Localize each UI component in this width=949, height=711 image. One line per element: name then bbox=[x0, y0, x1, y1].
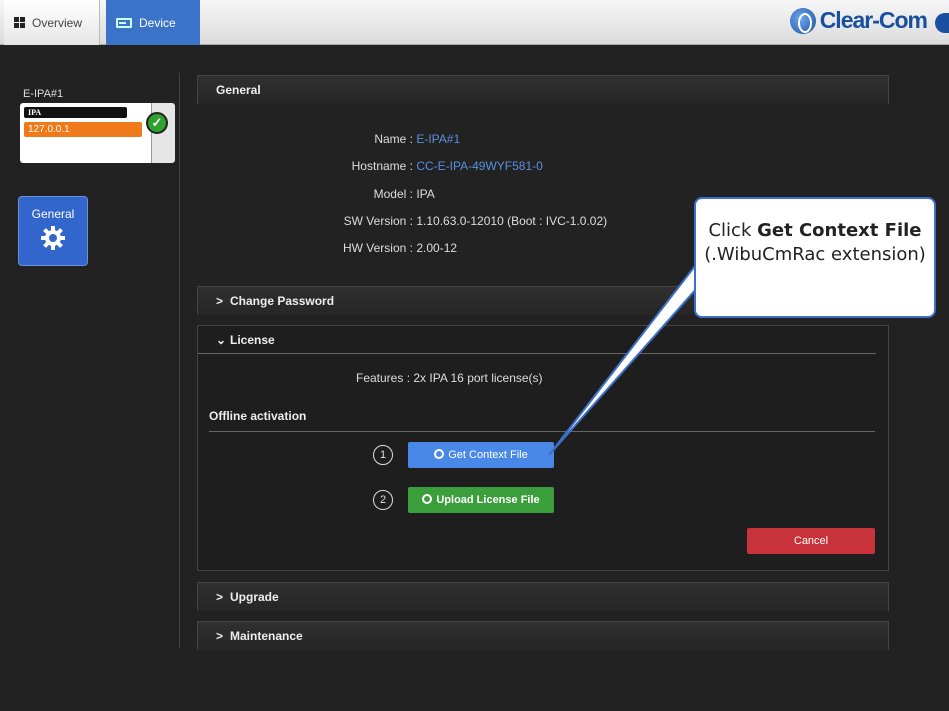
get-context-file-label: Get Context File bbox=[448, 449, 528, 461]
info-key: Name : bbox=[374, 132, 413, 146]
features-key: Features : bbox=[356, 371, 411, 385]
device-model-label: IPA bbox=[24, 107, 127, 118]
maintenance-heading[interactable]: > Maintenance bbox=[198, 622, 888, 650]
tab-overview[interactable]: Overview bbox=[4, 0, 100, 45]
step-2-badge: 2 bbox=[373, 490, 393, 510]
chevron-right-icon: > bbox=[216, 590, 224, 604]
upgrade-label: Upgrade bbox=[230, 590, 279, 604]
general-settings-tile[interactable]: General bbox=[18, 196, 88, 266]
info-row-sw-version: SW Version : 1.10.63.0-12010 (Boot : IVC… bbox=[213, 214, 608, 228]
change-password-label: Change Password bbox=[230, 294, 335, 308]
info-row-name: Name : E-IPA#1 bbox=[213, 132, 460, 146]
get-context-file-button[interactable]: Get Context File bbox=[408, 442, 554, 468]
help-icon[interactable] bbox=[935, 13, 949, 33]
general-tile-label: General bbox=[31, 207, 75, 221]
instruction-callout: Click Get Context File (.WibuCmRac exten… bbox=[694, 197, 936, 318]
upload-license-file-label: Upload License File bbox=[436, 494, 540, 506]
callout-suffix: (.WibuCmRac extension) bbox=[704, 244, 926, 265]
maintenance-section[interactable]: > Maintenance bbox=[197, 621, 889, 650]
features-value: 2x IPA 16 port license(s) bbox=[413, 371, 543, 385]
offline-divider bbox=[209, 431, 875, 432]
info-key: Hostname : bbox=[351, 159, 413, 173]
gear-icon bbox=[41, 226, 65, 250]
info-row-hostname: Hostname : CC-E-IPA-49WYF581-0 bbox=[213, 159, 543, 173]
overview-grid-icon bbox=[14, 17, 25, 28]
license-heading[interactable]: ⌄ License bbox=[198, 326, 876, 354]
upgrade-section[interactable]: > Upgrade bbox=[197, 582, 889, 611]
info-key: HW Version : bbox=[342, 241, 413, 255]
cancel-button[interactable]: Cancel bbox=[747, 528, 875, 554]
callout-text: Click Get Context File (.WibuCmRac exten… bbox=[696, 219, 934, 267]
device-ip-label: 127.0.0.1 bbox=[24, 122, 142, 137]
tab-device-label: Device bbox=[139, 15, 176, 30]
hostname-link[interactable]: CC-E-IPA-49WYF581-0 bbox=[416, 159, 542, 173]
upload-license-file-button[interactable]: Upload License File bbox=[408, 487, 554, 513]
step-1-badge: 1 bbox=[373, 445, 393, 465]
offline-activation-title: Offline activation bbox=[209, 409, 307, 423]
device-card[interactable]: IPA 127.0.0.1 bbox=[20, 103, 175, 163]
callout-bold: Get Context File bbox=[757, 220, 922, 241]
info-value: 2.00-12 bbox=[416, 241, 458, 255]
info-value: 1.10.63.0-12010 (Boot : IVC-1.0.02) bbox=[416, 214, 608, 228]
tab-device[interactable]: Device bbox=[106, 0, 200, 45]
device-name-link[interactable]: E-IPA#1 bbox=[416, 132, 460, 146]
upgrade-heading[interactable]: > Upgrade bbox=[198, 583, 888, 611]
general-section: General bbox=[197, 75, 889, 104]
clear-com-logo: Clear-Com bbox=[789, 7, 928, 34]
device-icon bbox=[116, 17, 132, 28]
info-key: SW Version : bbox=[343, 214, 413, 228]
info-key: Model : bbox=[373, 187, 413, 201]
general-section-heading: General bbox=[198, 76, 888, 104]
info-row-hw-version: HW Version : 2.00-12 bbox=[213, 241, 457, 255]
license-label: License bbox=[230, 333, 275, 347]
features-row: Features : 2x IPA 16 port license(s) bbox=[356, 371, 543, 385]
chevron-down-icon: ⌄ bbox=[216, 333, 227, 347]
panel-divider bbox=[179, 73, 180, 648]
clear-com-logo-icon bbox=[789, 7, 816, 34]
upload-circle-icon bbox=[422, 494, 433, 504]
download-circle-icon bbox=[434, 449, 445, 459]
brand-name: Clear-Com bbox=[819, 7, 928, 33]
chevron-right-icon: > bbox=[216, 629, 224, 643]
tab-overview-label: Overview bbox=[32, 15, 83, 30]
chevron-right-icon: > bbox=[216, 294, 224, 308]
info-row-model: Model : IPA bbox=[213, 187, 435, 201]
device-name-label: E-IPA#1 bbox=[23, 88, 64, 100]
top-navigation-bar: Overview Device Clear-Com bbox=[0, 0, 949, 45]
connected-check-icon: ✓ bbox=[146, 112, 168, 134]
callout-prefix: Click bbox=[708, 220, 758, 241]
info-value: IPA bbox=[416, 187, 435, 201]
maintenance-label: Maintenance bbox=[230, 629, 303, 643]
